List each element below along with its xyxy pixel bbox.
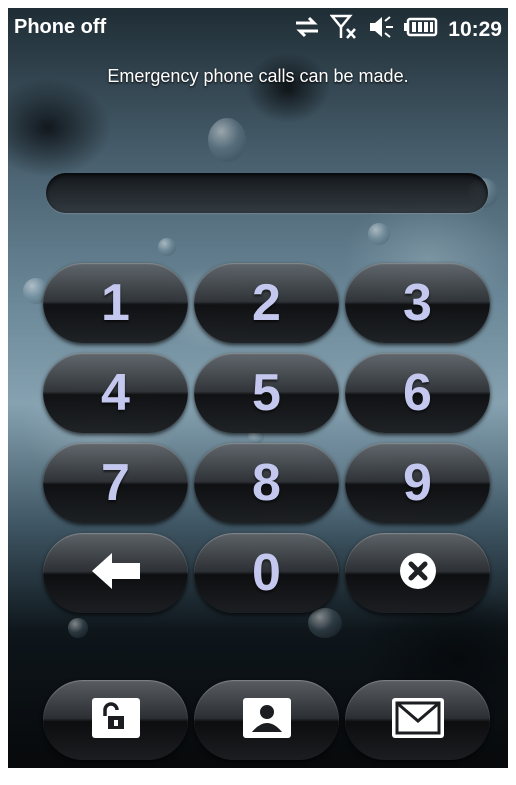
key-label: 6	[403, 364, 432, 422]
water-drop-decoration	[368, 223, 390, 245]
message-icon	[388, 696, 448, 745]
battery-icon	[404, 17, 438, 42]
key-label: 7	[101, 454, 130, 512]
key-0[interactable]: 0	[194, 533, 339, 613]
pin-input[interactable]	[46, 173, 488, 213]
unlock-icon	[88, 696, 144, 745]
lock-screen: Phone off 10:29 Emergency phone calls ca…	[8, 8, 508, 768]
key-6[interactable]: 6	[345, 353, 490, 433]
key-label: 9	[403, 454, 432, 512]
status-bar: Phone off 10:29	[8, 8, 508, 50]
water-drop-decoration	[68, 618, 88, 638]
key-5[interactable]: 5	[194, 353, 339, 433]
key-4[interactable]: 4	[43, 353, 188, 433]
key-label: 5	[252, 364, 281, 422]
key-label: 0	[252, 544, 281, 602]
key-8[interactable]: 8	[194, 443, 339, 523]
key-1[interactable]: 1	[43, 263, 188, 343]
key-label: 4	[101, 364, 130, 422]
key-label: 8	[252, 454, 281, 512]
status-icons: 10:29	[294, 14, 502, 45]
data-sync-icon	[294, 16, 320, 43]
contact-icon	[239, 696, 295, 745]
back-arrow-icon	[90, 551, 142, 596]
speaker-icon	[368, 15, 394, 44]
key-label: 3	[403, 274, 432, 332]
water-drop-decoration	[208, 118, 246, 162]
no-signal-icon	[329, 14, 358, 45]
unlock-button[interactable]	[43, 680, 188, 760]
clear-x-icon	[398, 551, 438, 596]
key-label: 1	[101, 274, 130, 332]
water-drop-decoration	[308, 608, 342, 638]
key-7[interactable]: 7	[43, 443, 188, 523]
clock: 10:29	[448, 17, 502, 41]
key-label: 2	[252, 274, 281, 332]
key-9[interactable]: 9	[345, 443, 490, 523]
emergency-message: Emergency phone calls can be made.	[107, 66, 409, 86]
contacts-button[interactable]	[194, 680, 339, 760]
key-2[interactable]: 2	[194, 263, 339, 343]
water-drop-decoration	[158, 238, 176, 256]
carrier-status: Phone off	[14, 16, 107, 38]
key-3[interactable]: 3	[345, 263, 490, 343]
clear-button[interactable]	[345, 533, 490, 613]
messaging-button[interactable]	[345, 680, 490, 760]
backspace-button[interactable]	[43, 533, 188, 613]
